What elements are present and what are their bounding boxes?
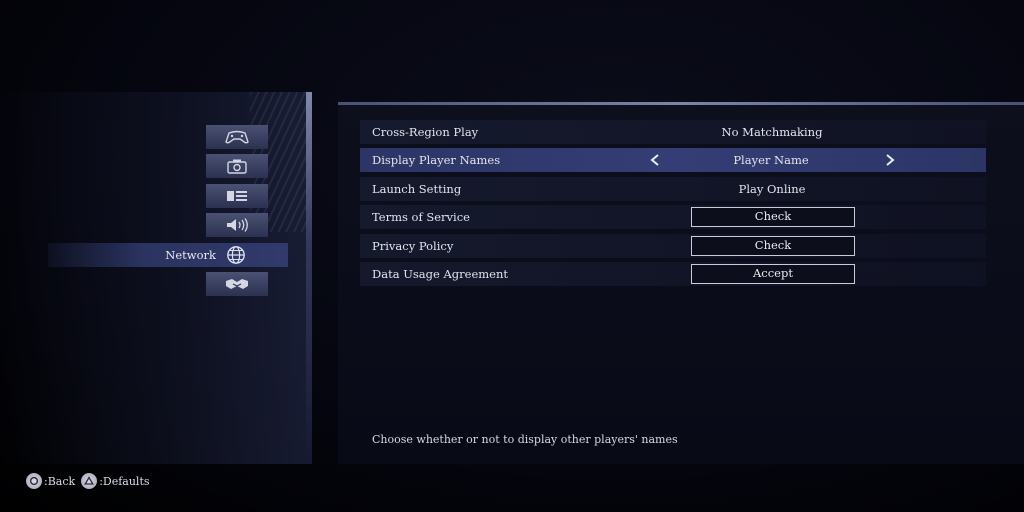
setting-value: Player Name bbox=[733, 153, 809, 167]
footer-controls: :Back :Defaults bbox=[26, 472, 150, 490]
setting-row-display-player-names[interactable]: Display Player Names Player Name bbox=[360, 148, 986, 172]
triangle-button-icon bbox=[81, 473, 98, 489]
setting-label: Display Player Names bbox=[372, 153, 501, 167]
display-icon bbox=[227, 191, 247, 201]
camera-icon bbox=[227, 159, 247, 174]
terms-check-button[interactable]: Check bbox=[691, 207, 855, 227]
setting-value: Play Online bbox=[738, 182, 806, 196]
setting-label: Cross-Region Play bbox=[372, 125, 479, 139]
controller-icon bbox=[225, 130, 249, 144]
sidebar-item-display[interactable] bbox=[206, 184, 268, 208]
setting-value: No Matchmaking bbox=[721, 125, 823, 139]
setting-row-privacy-policy: Privacy Policy Check bbox=[360, 234, 986, 258]
back-hint[interactable]: :Back bbox=[44, 475, 75, 488]
setting-row-cross-region-play[interactable]: Cross-Region Play No Matchmaking bbox=[360, 120, 986, 144]
globe-icon bbox=[224, 244, 248, 266]
setting-row-launch-setting[interactable]: Launch Setting Play Online bbox=[360, 177, 986, 201]
sidebar-item-sound[interactable] bbox=[206, 213, 268, 237]
chevron-left-icon[interactable] bbox=[647, 152, 663, 168]
setting-label: Terms of Service bbox=[372, 210, 470, 224]
setting-label: Launch Setting bbox=[372, 182, 462, 196]
chevron-right-icon[interactable] bbox=[882, 152, 898, 168]
setting-description: Choose whether or not to display other p… bbox=[372, 433, 678, 446]
settings-screen: Network Cross-Region Play No Matchmaking… bbox=[0, 0, 1024, 512]
defaults-hint[interactable]: :Defaults bbox=[99, 475, 149, 488]
privacy-check-button[interactable]: Check bbox=[691, 236, 855, 256]
data-usage-accept-button[interactable]: Accept bbox=[691, 264, 855, 284]
setting-label: Data Usage Agreement bbox=[372, 267, 508, 281]
speaker-icon bbox=[227, 218, 248, 232]
sidebar-edge bbox=[306, 92, 312, 464]
circle-button-icon bbox=[26, 473, 42, 489]
handshake-icon bbox=[226, 279, 248, 289]
panel-top-border bbox=[338, 102, 1024, 105]
sidebar-item-network-label: Network bbox=[165, 248, 216, 262]
sidebar-item-misc[interactable] bbox=[206, 272, 268, 296]
sidebar-item-controls[interactable] bbox=[206, 125, 268, 149]
setting-row-terms-of-service: Terms of Service Check bbox=[360, 205, 986, 229]
sidebar-item-camera[interactable] bbox=[206, 154, 268, 178]
setting-label: Privacy Policy bbox=[372, 239, 454, 253]
setting-row-data-usage-agreement: Data Usage Agreement Accept bbox=[360, 262, 986, 286]
